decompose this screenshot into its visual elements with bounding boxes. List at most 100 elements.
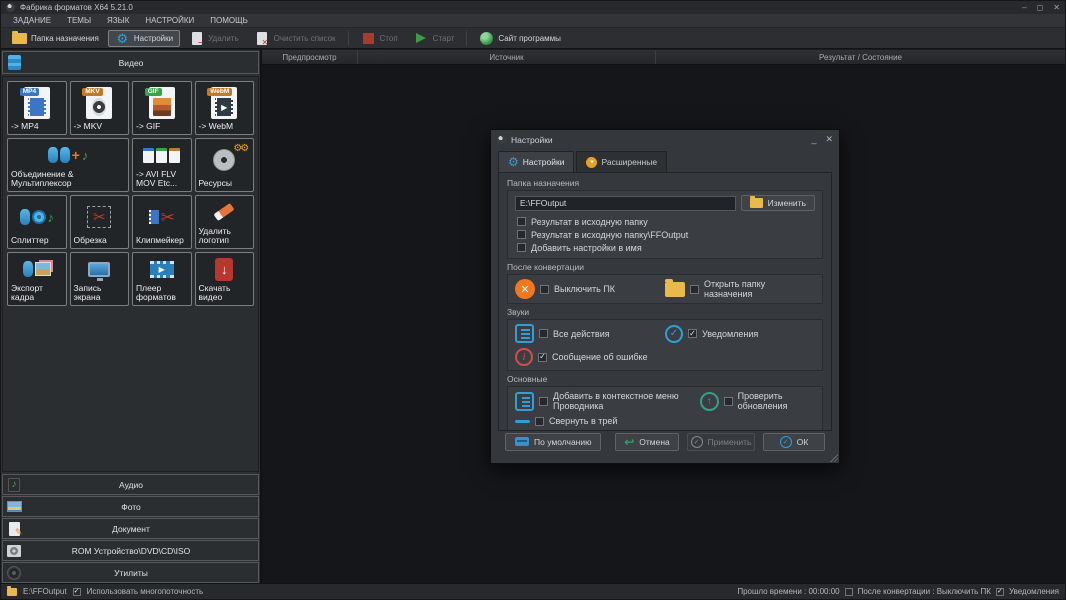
toolbar-settings-button[interactable]: Настройки [108, 30, 180, 47]
app-icon [6, 3, 15, 12]
checkbox-label: Проверить обновления [738, 391, 815, 411]
minimize-button[interactable]: – [1022, 3, 1026, 12]
category-utilities[interactable]: Утилиты [2, 562, 259, 583]
folder-icon [12, 31, 27, 46]
tile-format-player[interactable]: Плеер форматов [132, 252, 192, 306]
category-rom-device[interactable]: ROM Устройство\DVD\CD\ISO [2, 540, 259, 561]
checkbox-label: Добавить настройки в имя [531, 243, 642, 253]
checkbox-label: Открыть папку назначения [704, 279, 815, 299]
tile-to-avi-flv-mov[interactable]: -> AVI FLV MOV Etc... [132, 138, 192, 192]
tile-screen-record[interactable]: Запись экрана [70, 252, 130, 306]
undo-arrow-icon [624, 436, 634, 448]
tile-to-gif[interactable]: GIF -> GIF [132, 81, 192, 135]
dialog-titlebar: Настройки _ ✕ [491, 130, 839, 149]
maximize-button[interactable]: ◻ [1037, 3, 1044, 12]
toolbar: Папка назначения Настройки Удалить Очист… [1, 28, 1065, 49]
toolbar-clear-list-button[interactable]: Очистить список [248, 30, 343, 47]
menu-themes[interactable]: ТЕМЫ [59, 16, 99, 25]
check-circle-icon [691, 436, 703, 448]
tile-splitter[interactable]: ♪ Сплиттер [7, 195, 67, 249]
column-header-source[interactable]: Источник [358, 50, 656, 64]
notifications-checkbox[interactable] [996, 588, 1004, 596]
toolbar-destination-folder-button[interactable]: Папка назначения [5, 30, 106, 47]
menu-language[interactable]: ЯЗЫК [99, 16, 137, 25]
advanced-icon [586, 157, 597, 168]
menu-task[interactable]: ЗАДАНИЕ [5, 16, 59, 25]
button-label: Применить [708, 437, 752, 447]
error-message-sound-checkbox[interactable] [538, 353, 547, 362]
result-to-source-ffoutput-checkbox[interactable] [517, 230, 526, 239]
add-settings-to-name-checkbox[interactable] [517, 243, 526, 252]
tile-to-mkv[interactable]: MKV -> MKV [70, 81, 130, 135]
tile-resources[interactable]: Ресурсы [195, 138, 255, 192]
notifications-sound-checkbox[interactable] [688, 329, 697, 338]
group-after-conversion-label: После конвертации [507, 262, 823, 272]
default-button[interactable]: По умолчанию [505, 433, 601, 451]
globe-icon [479, 31, 494, 46]
after-conversion-label: После конвертации : Выключить ПК [858, 587, 991, 596]
explorer-context-menu-checkbox[interactable] [539, 397, 548, 406]
checkbox-label: Сообщение об ошибке [552, 352, 648, 362]
category-photo[interactable]: Фото [2, 496, 259, 517]
checkbox-label: Свернуть в трей [549, 416, 617, 426]
tile-export-frame[interactable]: Экспорт кадра [7, 252, 67, 306]
resources-icon [199, 141, 251, 179]
category-document[interactable]: Документ [2, 518, 259, 539]
tile-remove-logo[interactable]: Удалить логотип [195, 195, 255, 249]
context-menu-icon [515, 392, 534, 411]
tile-clipmaker[interactable]: ✂ Клипмейкер [132, 195, 192, 249]
check-updates-checkbox[interactable] [724, 397, 733, 406]
minimize-to-tray-checkbox[interactable] [535, 417, 544, 426]
tile-to-webm[interactable]: WebM -> WebM [195, 81, 255, 135]
toolbar-website-button[interactable]: Сайт программы [472, 30, 567, 47]
cloud-update-icon [700, 392, 719, 411]
menu-help[interactable]: ПОМОЩЬ [202, 16, 256, 25]
tile-label: -> WebM [199, 122, 251, 132]
tab-advanced[interactable]: Расширенные [576, 151, 667, 172]
tile-label: Плеер форматов [136, 284, 188, 303]
tile-crop[interactable]: ✂ Обрезка [70, 195, 130, 249]
group-destination: Изменить Результат в исходную папку Резу… [507, 190, 823, 259]
toolbar-start-button[interactable]: Старт [407, 30, 462, 47]
folder-icon [7, 588, 17, 596]
tile-to-mp4[interactable]: MP4 -> MP4 [7, 81, 67, 135]
tile-mux-join[interactable]: +♪ Объединение & Мультиплексор [7, 138, 129, 192]
crop-scissors-icon: ✂ [74, 198, 126, 236]
column-header-preview[interactable]: Предпросмотр [262, 50, 358, 64]
category-audio[interactable]: Аудио [2, 474, 259, 495]
tile-label: Обрезка [74, 236, 126, 246]
tile-label: -> AVI FLV MOV Etc... [136, 170, 188, 189]
toolbar-delete-button[interactable]: Удалить [182, 30, 246, 47]
change-folder-button[interactable]: Изменить [741, 195, 815, 211]
ok-button[interactable]: ОК [763, 433, 825, 451]
tab-label: Расширенные [601, 157, 657, 167]
result-to-source-folder-checkbox[interactable] [517, 217, 526, 226]
dialog-resize-grip[interactable] [830, 454, 838, 462]
cancel-button[interactable]: Отмена [615, 433, 679, 451]
multithreading-checkbox[interactable] [73, 588, 81, 596]
category-video-header[interactable]: Видео [2, 51, 259, 74]
dialog-minimize-button[interactable]: _ [811, 134, 816, 145]
tile-label: -> MP4 [11, 122, 63, 132]
close-button[interactable]: ✕ [1053, 3, 1060, 12]
open-destination-folder-checkbox[interactable] [690, 285, 699, 294]
mux-icon: +♪ [11, 141, 125, 170]
column-header-result[interactable]: Результат / Состояние [656, 50, 1065, 64]
checkbox-label: Добавить в контекстное меню Проводника [553, 391, 700, 411]
titlebar: Фабрика форматов X64 5.21.0 – ◻ ✕ [1, 1, 1065, 14]
audio-icon [6, 477, 22, 492]
playlist-icon [515, 324, 534, 343]
shutdown-pc-checkbox[interactable] [540, 285, 549, 294]
video-icon [6, 55, 22, 70]
tab-settings[interactable]: Настройки [498, 151, 574, 172]
shutdown-after-conversion-checkbox[interactable] [845, 588, 853, 596]
toolbar-stop-button[interactable]: Стоп [354, 30, 405, 47]
menu-settings[interactable]: НАСТРОЙКИ [137, 16, 202, 25]
dialog-close-button[interactable]: ✕ [825, 134, 833, 145]
all-actions-sound-checkbox[interactable] [539, 329, 548, 338]
dialog-footer: По умолчанию Отмена Применить ОК [498, 431, 832, 458]
apply-button[interactable]: Применить [687, 433, 755, 451]
destination-path-input[interactable] [515, 196, 736, 211]
tile-download-video[interactable]: Скачать видео [195, 252, 255, 306]
statusbar: E:\FFOutput Использовать многопоточность… [1, 583, 1065, 599]
